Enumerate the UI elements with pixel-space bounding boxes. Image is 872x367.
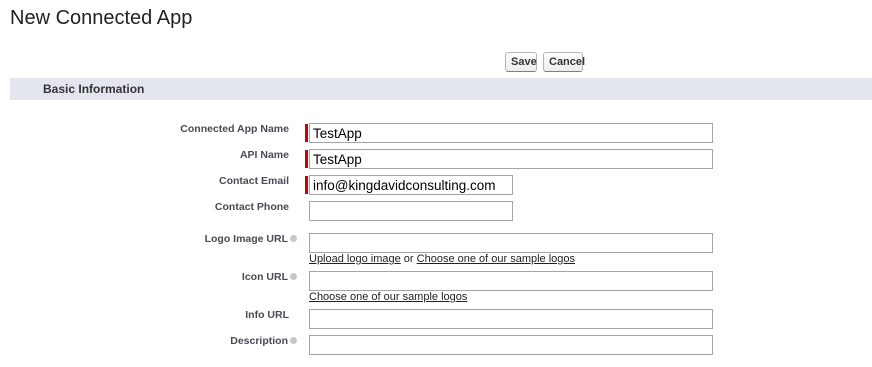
info-icon[interactable] [290,272,297,280]
icon-url-label: Icon URL [242,271,297,283]
upload-logo-image-link[interactable]: Upload logo image [309,253,401,265]
api-name-input[interactable] [309,149,713,169]
info-icon[interactable] [290,336,297,344]
page-title: New Connected App [10,7,193,29]
icon-url-label-text: Icon URL [241,271,288,283]
logo-image-url-input[interactable] [309,233,713,253]
icon-url-input[interactable] [309,271,713,291]
info-url-label: Info URL [245,309,289,321]
required-indicator [305,150,308,168]
description-label: Description [230,335,297,347]
description-input[interactable] [309,335,713,355]
contact-email-label: Contact Email [218,175,289,187]
description-label-text: Description [230,335,288,347]
contact-phone-input[interactable] [309,201,513,221]
choose-sample-logos-link[interactable]: Choose one of our sample logos [417,253,575,265]
logo-image-helper: Upload logo image or Choose one of our s… [309,253,575,265]
contact-phone-label: Contact Phone [214,201,289,213]
info-icon[interactable] [290,234,297,242]
logo-image-url-label: Logo Image URL [205,233,297,245]
connected-app-name-input[interactable] [309,123,713,143]
cancel-button[interactable]: Cancel [543,52,585,72]
save-button[interactable]: Save [505,52,537,72]
contact-email-input[interactable] [309,175,513,195]
or-text: or [403,253,414,265]
info-url-input[interactable] [309,309,713,329]
api-name-label: API Name [239,149,289,161]
section-title: Basic Information [43,82,145,96]
icon-url-helper: Choose one of our sample logos [309,291,467,303]
connected-app-name-label: Connected App Name [180,123,289,135]
section-header-basic-information: Basic Information [10,78,872,100]
logo-image-url-label-text: Logo Image URL [204,233,288,245]
choose-sample-icons-link[interactable]: Choose one of our sample logos [309,291,467,303]
required-indicator [305,176,308,194]
required-indicator [305,124,308,142]
